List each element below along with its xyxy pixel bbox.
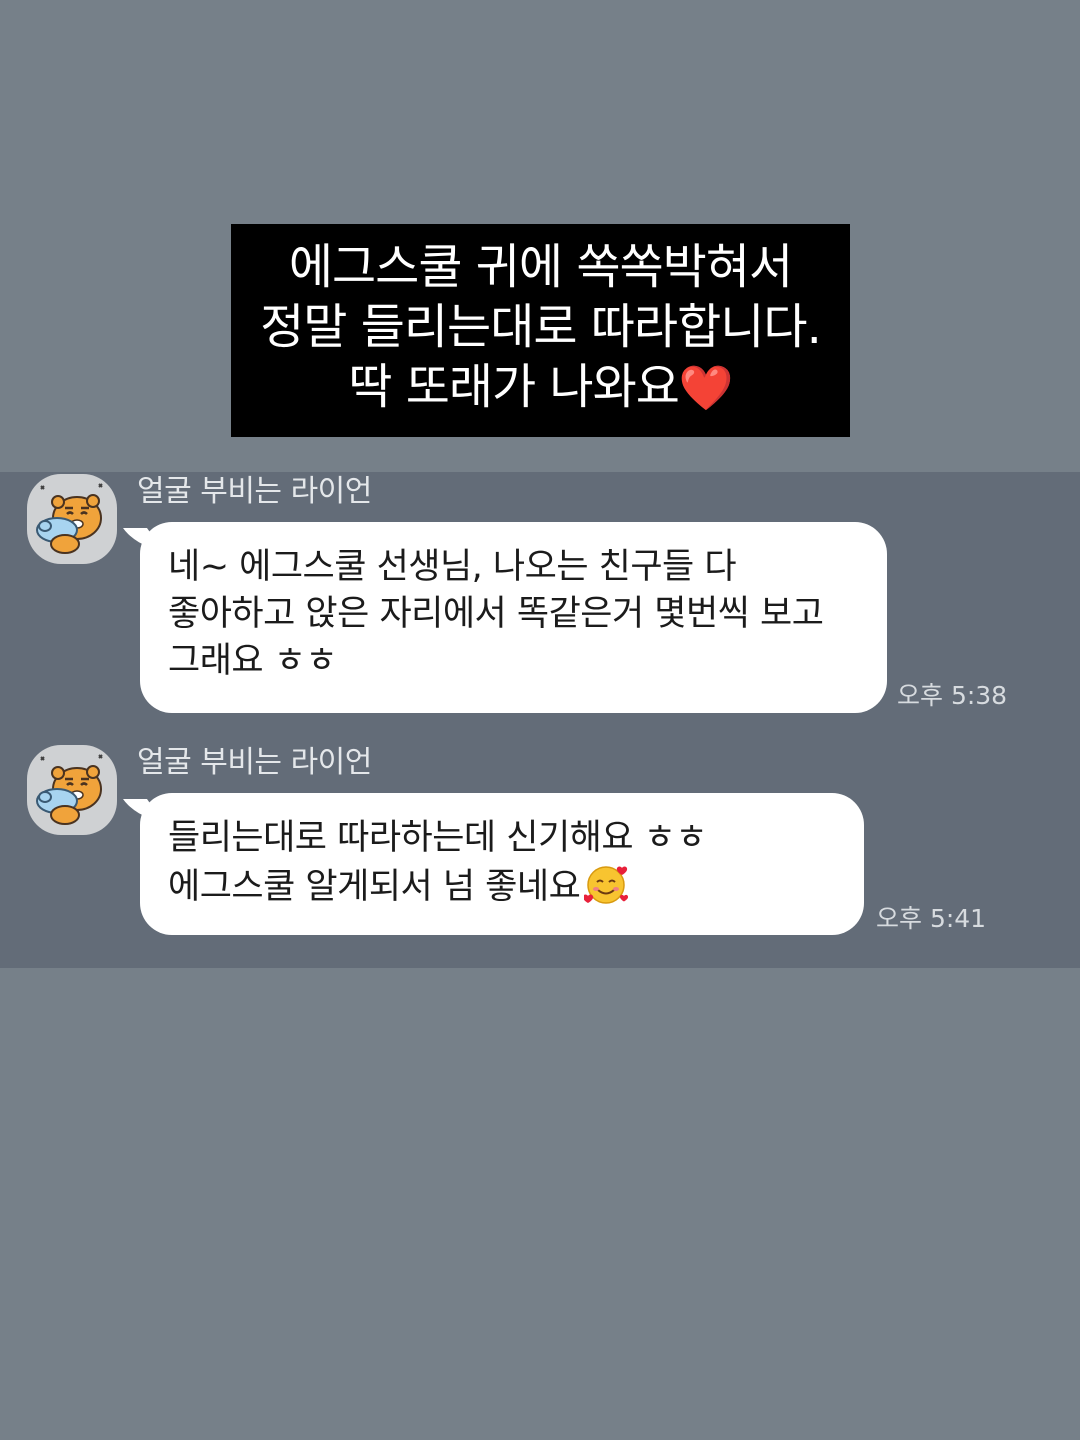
message-bubble[interactable]: 네~ 에그스쿨 선생님, 나오는 친구들 다 좋아하고 앉은 자리에서 똑같은거… bbox=[140, 522, 887, 713]
caption-line-3-text: 딱 또래가 나와요 bbox=[348, 359, 680, 415]
message-bubble[interactable]: 들리는대로 따라하는데 신기해요 ㅎㅎ 에그스쿨 알게되서 넘 좋네요 bbox=[140, 793, 864, 935]
message-timestamp: 오후 5:41 bbox=[876, 904, 987, 933]
ryan-hugging-pillow-icon[interactable] bbox=[27, 745, 117, 835]
message-text: 네~ 에그스쿨 선생님, 나오는 친구들 다 좋아하고 앉은 자리에서 똑같은거… bbox=[168, 547, 824, 681]
sender-name: 얼굴 부비는 라이언 bbox=[137, 745, 372, 780]
message-timestamp: 오후 5:38 bbox=[897, 681, 1008, 710]
ryan-hugging-pillow-icon[interactable] bbox=[27, 474, 117, 564]
caption-line-2: 정말 들리는대로 따라합니다. bbox=[260, 299, 822, 355]
caption-line-1: 에그스쿨 귀에 쏙쏙박혀서 bbox=[288, 239, 793, 295]
caption-overlay: 에그스쿨 귀에 쏙쏙박혀서 정말 들리는대로 따라합니다. 딱 또래가 나와요❤… bbox=[231, 224, 850, 437]
smiling-face-with-hearts-icon bbox=[583, 862, 632, 919]
message-text-wrapper: 들리는대로 따라하는데 신기해요 ㅎㅎ 에그스쿨 알게되서 넘 좋네요 bbox=[168, 815, 838, 919]
caption-line-3: 딱 또래가 나와요❤️ bbox=[231, 357, 850, 419]
red-heart-emoji: ❤️ bbox=[678, 363, 734, 414]
sender-name: 얼굴 부비는 라이언 bbox=[137, 474, 372, 509]
